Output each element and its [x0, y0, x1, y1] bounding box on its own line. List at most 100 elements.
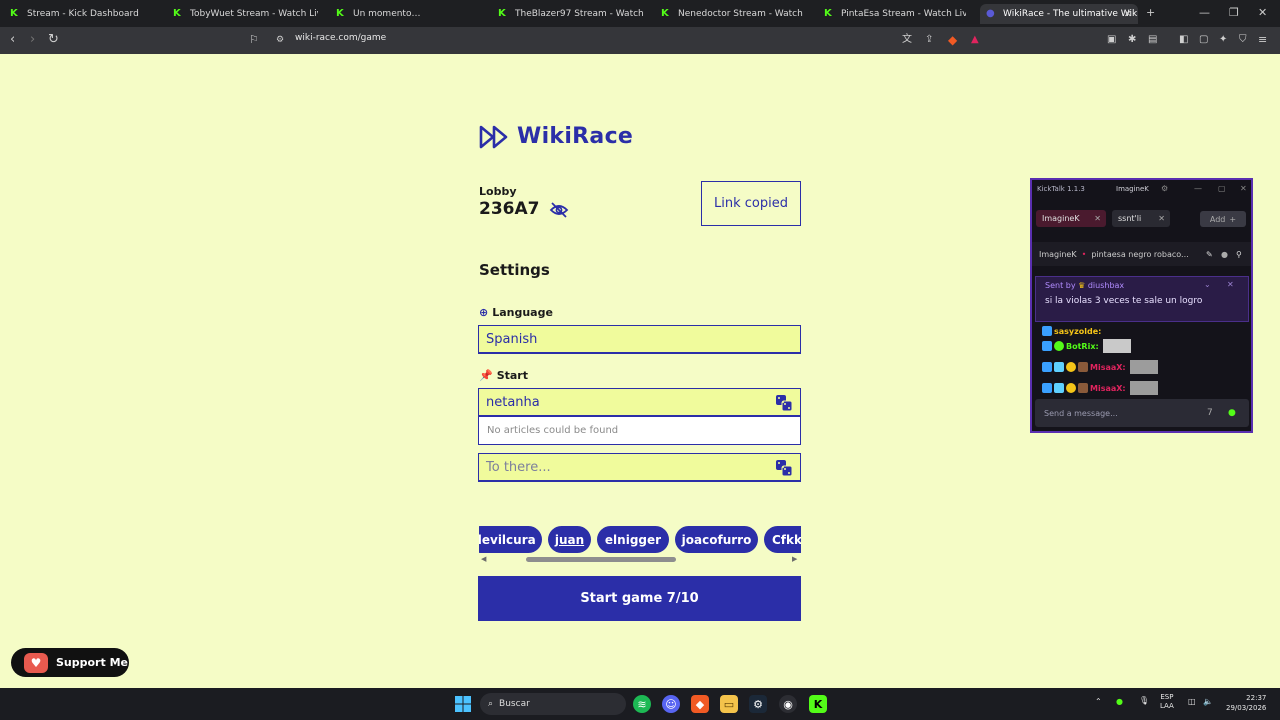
wallet-icon[interactable]: ▢ — [1199, 32, 1208, 48]
back-icon[interactable]: ‹ — [10, 32, 15, 48]
unpin-icon[interactable]: ✕ — [1227, 280, 1234, 289]
file-explorer-icon[interactable]: ▭ — [720, 695, 738, 713]
pin-icon[interactable]: ⚲ — [1236, 250, 1242, 259]
new-tab-icon[interactable]: + — [1146, 6, 1155, 19]
extension-icon[interactable]: ▣ — [1107, 32, 1116, 48]
badge-icon — [1078, 362, 1088, 372]
scroll-left-icon[interactable]: ◀ — [481, 555, 486, 564]
channel-info-bar: ImagineK • pintaesa negro robaco... ✎ ● … — [1032, 242, 1251, 266]
steam-icon[interactable]: ⚙ — [749, 695, 767, 713]
gear-icon[interactable]: ⚙ — [1161, 184, 1168, 193]
close-tab-icon[interactable]: ✕ — [1124, 9, 1132, 20]
close-window-icon[interactable]: ✕ — [1258, 6, 1267, 19]
browser-tab[interactable]: KNenedoctor Stream - Watch Live on — [661, 4, 806, 24]
brave-shields-icon[interactable]: ◆ — [948, 32, 957, 48]
address-bar[interactable]: wiki-race.com/game — [295, 33, 386, 43]
spotify-icon[interactable]: ≋ — [633, 695, 651, 713]
eye-off-icon[interactable] — [549, 202, 569, 218]
destination-article-input[interactable]: To there... — [478, 453, 801, 482]
player-pill[interactable]: joacofurro — [675, 526, 758, 553]
random-dice-icon[interactable] — [775, 459, 793, 477]
recorder-icon[interactable]: ◉ — [779, 695, 797, 713]
volume-icon[interactable]: 🔈 — [1203, 697, 1213, 706]
seventv-icon[interactable]: 7 — [1207, 408, 1213, 418]
fast-forward-icon — [479, 125, 508, 148]
close-tab-icon[interactable]: ✕ — [1094, 214, 1101, 223]
chat-message-input[interactable]: Send a message... 7 ● — [1035, 399, 1249, 427]
copy-link-button[interactable]: Link copied — [701, 181, 801, 226]
language-select[interactable]: Spanish — [478, 325, 801, 354]
badge-icon — [1078, 383, 1088, 393]
player-pill[interactable]: juan — [548, 526, 591, 553]
player-pill[interactable]: Cfkk — [764, 526, 801, 553]
sidebar-icon[interactable]: ◧ — [1179, 32, 1188, 48]
puzzle-icon[interactable]: ✱ — [1128, 32, 1136, 48]
share-icon[interactable]: ⇪ — [925, 32, 933, 48]
support-me-button[interactable]: ♥ Support Me — [11, 648, 129, 677]
browser-tab-active[interactable]: ● WikiRace - The ultimative Wikip ✕ — [980, 4, 1138, 24]
start-game-button[interactable]: Start game 7/10 — [478, 576, 801, 621]
scroll-right-icon[interactable]: ▶ — [792, 555, 797, 564]
reload-icon[interactable]: ↻ — [48, 32, 59, 48]
maximize-icon[interactable]: ▢ — [1218, 184, 1226, 193]
browser-tab[interactable]: K Un momento… — [336, 4, 481, 24]
kick-icon: K — [173, 8, 181, 19]
wikirace-logo[interactable]: WikiRace — [479, 124, 633, 149]
random-dice-icon[interactable] — [775, 394, 793, 412]
brave-browser-icon[interactable]: ◆ — [691, 695, 709, 713]
chat-tab[interactable]: ssnt'li ✕ — [1112, 210, 1170, 227]
pin-icon: 📌 — [479, 369, 493, 382]
minimize-icon[interactable]: — — [1199, 6, 1210, 19]
menu-icon[interactable]: ≡ — [1258, 32, 1267, 48]
maximize-icon[interactable]: ❐ — [1229, 6, 1239, 19]
minimize-icon[interactable]: — — [1194, 184, 1202, 193]
brave-rewards-icon[interactable]: ▲ — [971, 32, 979, 48]
wifi-icon[interactable]: ◫ — [1188, 697, 1196, 706]
player-pill[interactable]: elnigger — [597, 526, 669, 553]
crown-icon: ♛ — [1078, 281, 1086, 290]
kick-app-icon[interactable]: K — [809, 695, 827, 713]
vpn-icon[interactable]: ⛉ — [1239, 32, 1247, 48]
badge-icon — [1066, 383, 1076, 393]
forward-icon[interactable]: › — [30, 32, 35, 48]
browser-tab[interactable]: KTheBlazer97 Stream - Watch Live on — [498, 4, 643, 24]
player-pill[interactable]: devilcura — [479, 526, 542, 553]
globe-icon: ⊕ — [479, 306, 489, 319]
lobby-code: 236A7 — [479, 199, 540, 219]
browser-tab[interactable]: KPintaEsa Stream - Watch Live on — [824, 4, 966, 24]
input-language[interactable]: ESP LAA — [1160, 693, 1174, 711]
edit-icon[interactable]: ✎ — [1206, 250, 1213, 259]
browser-tab[interactable]: K Stream - Kick Dashboard — [10, 4, 160, 24]
media-icon[interactable]: ▤ — [1148, 32, 1157, 48]
no-results-dropdown: No articles could be found — [478, 416, 801, 445]
bookmark-icon[interactable]: ⚐ — [249, 32, 259, 48]
leo-ai-icon[interactable]: ✦ — [1219, 32, 1227, 48]
user-icon[interactable]: ● — [1221, 250, 1228, 259]
chevron-down-icon[interactable]: ⌄ — [1204, 280, 1211, 289]
language-label: ⊕ Language — [479, 306, 553, 319]
site-info-icon[interactable]: ⚙ — [276, 32, 284, 48]
clock[interactable]: 22:37 29/03/2026 — [1226, 693, 1266, 713]
emote-image — [1102, 339, 1131, 353]
kick-icon: K — [10, 8, 18, 19]
badge-icon — [1054, 362, 1064, 372]
player-list[interactable]: devilcura juan elnigger joacofurro Cfkk — [479, 526, 801, 556]
scroll-thumb[interactable] — [526, 557, 676, 562]
player-list-scrollbar[interactable]: ◀ ▶ — [479, 555, 801, 564]
add-chat-button[interactable]: Add + — [1200, 211, 1246, 227]
start-article-input[interactable]: netanha — [478, 388, 801, 417]
close-tab-icon[interactable]: ✕ — [1158, 214, 1165, 223]
discord-icon[interactable]: ☺ — [662, 695, 680, 713]
microphone-icon[interactable]: 🎙 — [1139, 696, 1149, 705]
badge-icon — [1042, 326, 1052, 336]
chevron-up-icon[interactable]: ⌃ — [1095, 697, 1102, 706]
kick-emote-icon[interactable]: ● — [1228, 408, 1236, 418]
browser-tab[interactable]: KTobyWuet Stream - Watch Live on Ki — [173, 4, 318, 24]
tray-app-icon[interactable]: ● — [1116, 697, 1123, 706]
close-icon[interactable]: ✕ — [1240, 184, 1247, 193]
chat-tab[interactable]: ImagineK ✕ — [1036, 210, 1106, 227]
taskbar-search[interactable]: ⌕ Buscar — [480, 693, 626, 715]
translate-icon[interactable]: 文 — [902, 32, 912, 48]
windows-start-icon[interactable] — [455, 696, 471, 712]
chat-username: MisaaX: — [1090, 362, 1126, 372]
